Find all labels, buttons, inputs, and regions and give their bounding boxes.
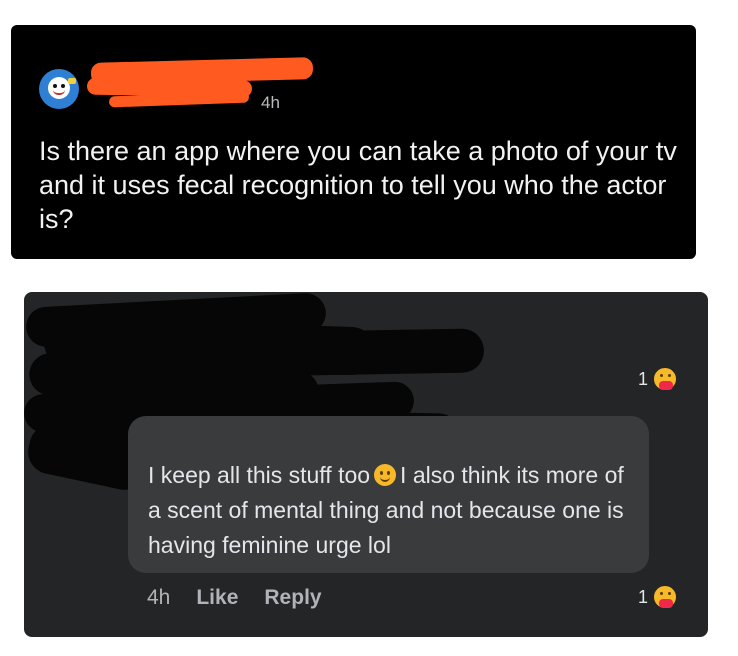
slightly-smiling-face-icon	[374, 464, 397, 486]
avatar-face	[48, 77, 70, 99]
comment-timestamp: 4h	[147, 586, 171, 609]
comment-text: I keep all this stuff too I also think it…	[148, 458, 638, 563]
care-reaction-icon	[652, 584, 679, 610]
post-text: Is there an app where you can take a pho…	[39, 136, 677, 234]
reply-button[interactable]: Reply	[264, 586, 321, 610]
comment-bubble: I keep all this stuff too I also think it…	[128, 416, 649, 573]
post-timestamp: 4h	[261, 93, 280, 112]
avatar-icon[interactable]	[39, 69, 79, 109]
redaction-scribble	[54, 420, 134, 466]
care-reaction-icon	[652, 366, 679, 392]
comment-reactions[interactable]: 1	[638, 584, 679, 610]
comment-card: 1 I keep all this stuff too I also think …	[24, 292, 708, 637]
reaction-count: 1	[638, 586, 649, 607]
like-button[interactable]: Like	[196, 586, 238, 610]
reaction-count: 1	[638, 368, 649, 389]
comment-actions: 4h Like Reply	[147, 586, 322, 610]
comment-text-part1: I keep all this stuff too	[148, 462, 371, 488]
top-comment-reactions[interactable]: 1	[638, 366, 679, 392]
post-card: 4h Is there an app where you can take a …	[11, 25, 696, 259]
